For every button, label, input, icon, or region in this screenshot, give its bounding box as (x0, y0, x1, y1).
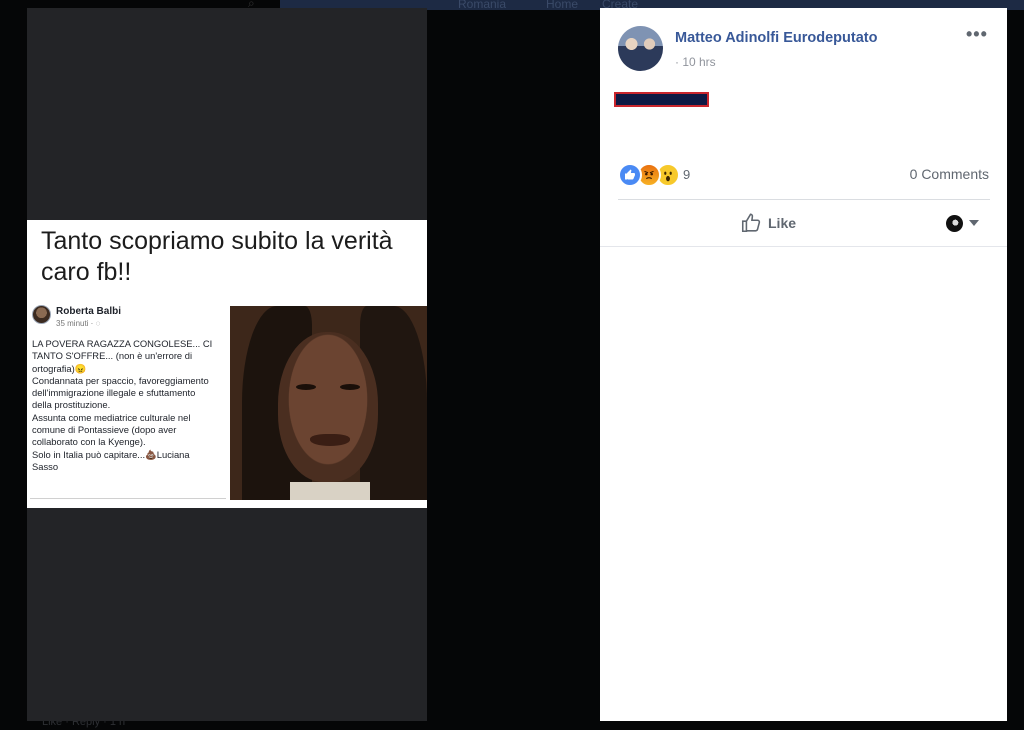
photo-eye-right (340, 384, 360, 390)
photo-eye-left (296, 384, 316, 390)
author-name-link[interactable]: Matteo Adinolfi Eurodeputato (675, 30, 877, 46)
action-divider (618, 199, 990, 200)
thumbs-up-icon (741, 213, 761, 233)
woman-photo (230, 306, 427, 500)
panel-separator (600, 246, 1007, 247)
image-headline: Tanto scopriamo subito la verità caro fb… (41, 227, 393, 286)
embedded-text: LA POVERA RAGAZZA CONGOLESE... CI TANTO … (32, 338, 213, 472)
post-panel: Matteo Adinolfi Eurodeputato · 10 hrs ••… (600, 8, 1007, 721)
search-icon: ⌕ (248, 0, 255, 10)
photo-mouth (310, 434, 350, 446)
bg-nav-item-home: Home (546, 0, 579, 11)
chevron-down-icon (969, 220, 979, 226)
photo-viewer[interactable]: Tanto scopriamo subito la verità caro fb… (27, 8, 427, 721)
like-reaction-icon (618, 163, 642, 187)
bg-nav-item-romania: Romania (458, 0, 507, 11)
like-label: Like (768, 215, 797, 231)
author-avatar[interactable] (618, 26, 663, 71)
embedded-avatar (32, 305, 51, 324)
actor-selector[interactable] (946, 213, 982, 233)
embedded-post: Roberta Balbi 35 minuti · ◌ LA POVERA RA… (30, 302, 226, 499)
screen: Romania Home Create ⌕ Like · Reply · 1 h… (0, 0, 1024, 730)
more-options-button[interactable]: ••• (966, 25, 990, 44)
actor-avatar (946, 214, 963, 232)
comments-count-link[interactable]: 0 Comments (910, 166, 989, 182)
like-button[interactable]: Like (740, 211, 796, 235)
redacted-caption (614, 92, 709, 107)
embedded-time: 35 minuti · ◌ (56, 319, 101, 328)
photo-shirt (290, 482, 370, 500)
photo-face (278, 332, 378, 482)
reaction-count[interactable]: 9 (683, 167, 690, 182)
embedded-author: Roberta Balbi (56, 306, 122, 317)
globe-icon: ◌ (95, 319, 101, 328)
shared-image[interactable]: Tanto scopriamo subito la verità caro fb… (27, 220, 427, 508)
post-timestamp[interactable]: · 10 hrs (675, 55, 716, 69)
